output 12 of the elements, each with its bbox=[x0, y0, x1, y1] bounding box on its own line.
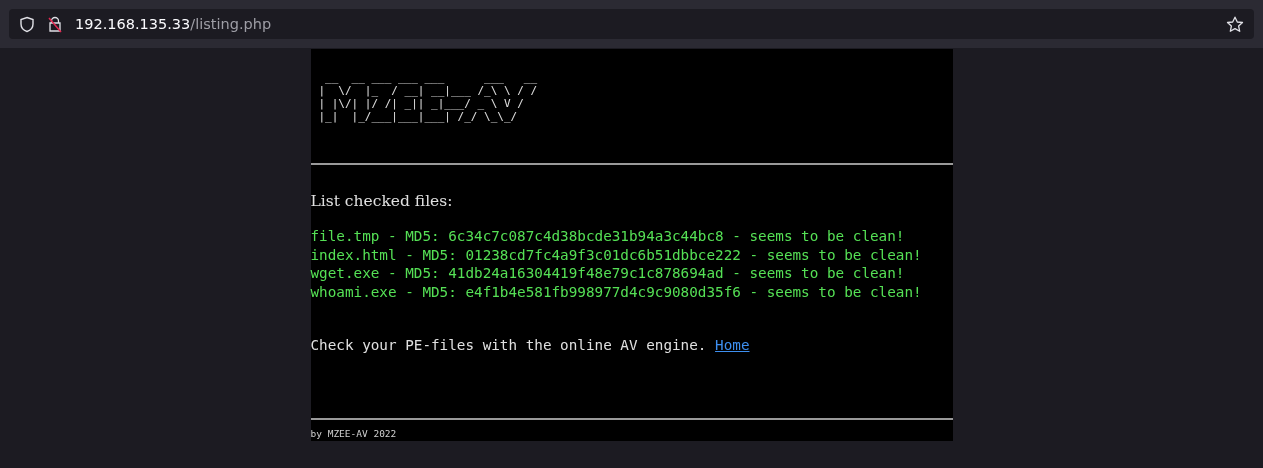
file-result: file.tmp - MD5: 6c34c7c087c4d38bcde31b94a3c44bc8 - seems to be clean! bbox=[310, 227, 906, 246]
ascii-logo: __ __ ___ ___ ___ ___ __ | \/ |_ / __| __|___ /_\ \ / / | |\/| |/ /| _|| _|___/ _ \ V / |_| |_/___|___|___| /_/ \_\_/ bbox=[318, 71, 539, 125]
file-result: index.html - MD5: 01238cd7fc4a9f3c01dc6b51dbbce222 - seems to be clean! bbox=[310, 245, 923, 264]
engine-note: Check your PE-files with the online AV engine. Home bbox=[310, 337, 751, 353]
file-result: wget.exe - MD5: 41db24a16304419f48e79c1c878694ad - seems to be clean! bbox=[310, 264, 906, 283]
list-heading: List checked files: bbox=[310, 192, 454, 210]
insecure-lock-icon[interactable] bbox=[47, 15, 63, 33]
star-icon[interactable] bbox=[1226, 15, 1244, 33]
file-result: whoami.exe - MD5: e4f1b4e581fb998977d4c9c9080d35f6 - seems to be clean! bbox=[310, 282, 923, 301]
home-link[interactable]: Home bbox=[715, 337, 750, 353]
shield-icon[interactable] bbox=[19, 15, 35, 33]
footer-text: by MZEE-AV 2022 bbox=[310, 427, 398, 441]
